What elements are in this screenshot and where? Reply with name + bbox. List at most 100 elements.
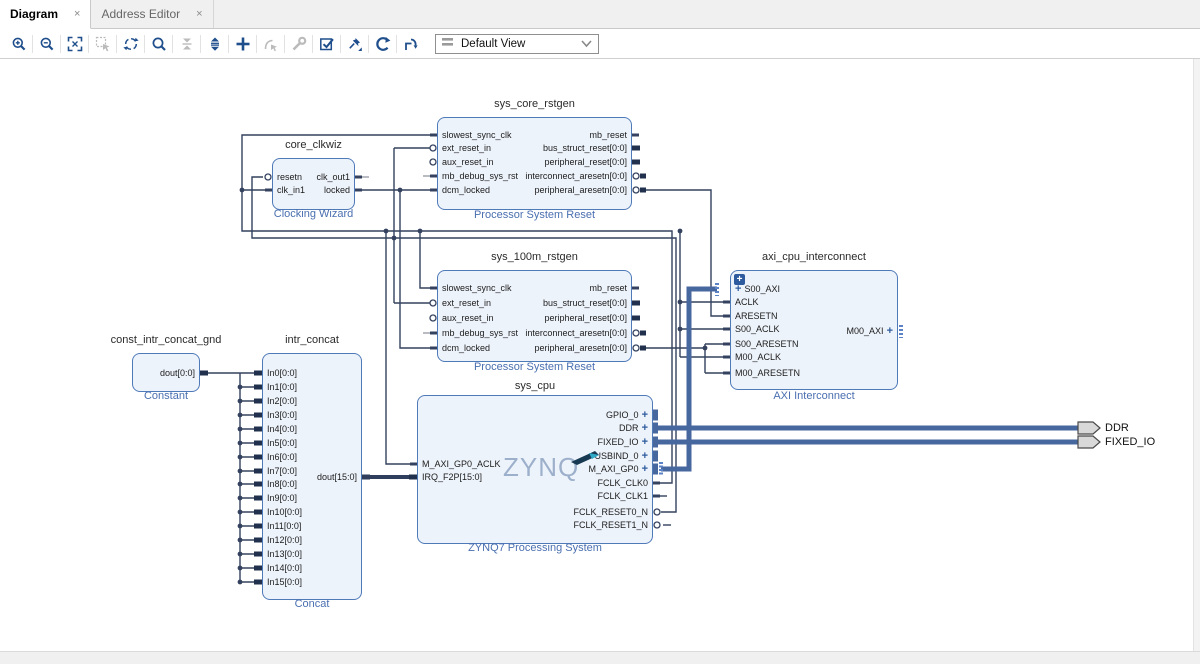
toolbar-separator [32,35,33,53]
port-sys_cpu-fclk-reset1-n[interactable]: FCLK_RESET1_N [422,519,648,531]
close-icon[interactable]: × [74,8,80,20]
expand-port-icon[interactable]: + [884,325,893,337]
port-label: In2[0:0] [267,396,297,406]
expand-port-icon[interactable]: + [639,409,648,421]
port-marker [632,287,639,290]
port-intr_concat-in3-0-0-[interactable]: In3[0:0] [267,409,357,421]
port-intr_concat-in4-0-0-[interactable]: In4[0:0] [267,423,357,435]
external-port-icon-fixed_io[interactable] [1078,436,1100,448]
toolbar-separator [116,35,117,53]
port-axi_cpu_interconnect-aclk[interactable]: ACLK [735,296,893,308]
port-marker [254,580,262,585]
toolbar-separator [88,35,89,53]
port-sys_core_rstgen-peripheral-reset-0-0-[interactable]: peripheral_reset[0:0] [442,156,627,168]
port-intr_concat-in2-0-0-[interactable]: In2[0:0] [267,395,357,407]
port-core_clkwiz-locked[interactable]: locked [277,184,350,196]
port-intr_concat-in14-0-0-[interactable]: In14[0:0] [267,562,357,574]
port-sys_core_rstgen-peripheral-aresetn-0-0-[interactable]: peripheral_aresetn[0:0] [442,184,627,196]
toolbar-add-ip-button[interactable] [230,33,255,55]
port-intr_concat-in13-0-0-[interactable]: In13[0:0] [267,548,357,560]
expand-port-icon[interactable]: + [639,450,648,462]
port-sys_100m_rstgen-peripheral-reset-0-0-[interactable]: peripheral_reset[0:0] [442,312,627,324]
diagram-canvas[interactable]: core_clkwizClocking Wizardresetnclk_in1c… [0,0,1200,663]
close-icon[interactable]: × [196,8,202,20]
port-sys_core_rstgen-interconnect-aresetn-0-0-[interactable]: interconnect_aresetn[0:0] [442,170,627,182]
external-port-label-fixed_io[interactable]: FIXED_IO [1105,436,1155,448]
port-sys_cpu-fclk-clk1[interactable]: FCLK_CLK1 [422,490,648,502]
port-sys_100m_rstgen-bus-struct-reset-0-0-[interactable]: bus_struct_reset[0:0] [442,297,627,309]
toolbar-validate-design-button[interactable] [314,33,339,55]
toolbar-search-button[interactable] [146,33,171,55]
port-axi_cpu_interconnect-s00-axi[interactable]: + S00_AXI [735,283,893,295]
vertical-scrollbar[interactable] [1193,59,1200,651]
toolbar-separator [144,35,145,53]
block-label-const_intr_concat_gnd: Constant [72,390,260,402]
external-port-label-ddr[interactable]: DDR [1105,422,1129,434]
expand-block-icon[interactable]: + [734,274,745,285]
port-intr_concat-in9-0-0-[interactable]: In9[0:0] [267,492,357,504]
port-marker [254,441,262,446]
port-intr_concat-in5-0-0-[interactable]: In5[0:0] [267,437,357,449]
horizontal-scrollbar[interactable] [0,651,1200,664]
port-label: In9[0:0] [267,493,297,503]
tab-diagram[interactable]: Diagram × [0,0,91,29]
port-intr_concat-in15-0-0-[interactable]: In15[0:0] [267,576,357,588]
port-axi_cpu_interconnect-s00-aresetn[interactable]: S00_ARESETN [735,338,893,350]
toolbar-separator [368,35,369,53]
expand-port-icon[interactable]: + [639,436,648,448]
port-intr_concat-in0-0-0-[interactable]: In0[0:0] [267,367,357,379]
port-axi_cpu_interconnect-aresetn[interactable]: ARESETN [735,310,893,322]
view-selector[interactable]: Default View [435,34,599,54]
junction-dot [392,236,397,241]
port-marker [723,328,730,331]
external-port-icon-ddr[interactable] [1078,422,1100,434]
port-label: FCLK_RESET1_N [573,520,648,530]
port-sys_core_rstgen-bus-struct-reset-0-0-[interactable]: bus_struct_reset[0:0] [442,142,627,154]
port-label: DDR [619,423,639,433]
port-label: peripheral_reset[0:0] [544,313,627,323]
port-sys_100m_rstgen-mb-reset[interactable]: mb_reset [442,282,627,294]
toolbar-pin-button[interactable] [342,33,367,55]
toolbar-separator [200,35,201,53]
port-axi_cpu_interconnect-m00-axi[interactable]: M00_AXI + [735,325,893,337]
port-label: M00_ACLK [735,352,781,362]
toolbar-separator [340,35,341,53]
port-sys_cpu-fixed-io[interactable]: FIXED_IO + [422,436,648,448]
port-label: In5[0:0] [267,438,297,448]
port-intr_concat-dout-15-0-[interactable]: dout[15:0] [267,471,357,483]
expand-port-icon[interactable]: + [639,422,648,434]
port-axi_cpu_interconnect-m00-aclk[interactable]: M00_ACLK [735,351,893,363]
port-label: peripheral_aresetn[0:0] [534,343,627,353]
port-intr_concat-in1-0-0-[interactable]: In1[0:0] [267,381,357,393]
port-label: In10[0:0] [267,507,302,517]
junction-dot [238,510,243,515]
port-label: GPIO_0 [606,410,639,420]
toolbar-zoom-in-button[interactable] [6,33,31,55]
port-intr_concat-in6-0-0-[interactable]: In6[0:0] [267,451,357,463]
port-label: In15[0:0] [267,577,302,587]
tab-address-editor[interactable]: Address Editor × [91,0,213,28]
port-const_intr_concat_gnd-dout-0-0-[interactable]: dout[0:0] [137,367,195,379]
expand-port-icon[interactable]: + [639,463,648,475]
toolbar-zoom-fit-button[interactable] [62,33,87,55]
port-sys_cpu-gpio-0[interactable]: GPIO_0 + [422,409,648,421]
port-sys_100m_rstgen-interconnect-aresetn-0-0-[interactable]: interconnect_aresetn[0:0] [442,327,627,339]
toolbar-expand-hierarchy-button[interactable] [202,33,227,55]
port-label: In13[0:0] [267,549,302,559]
toolbar-autofit-button[interactable] [118,33,143,55]
toolbar-zoom-out-button[interactable] [34,33,59,55]
toolbar-regenerate-layout-button[interactable] [370,33,395,55]
port-sys_100m_rstgen-peripheral-aresetn-0-0-[interactable]: peripheral_aresetn[0:0] [442,342,627,354]
port-marker [410,463,417,466]
port-intr_concat-in11-0-0-[interactable]: In11[0:0] [267,520,357,532]
port-sys_core_rstgen-mb-reset[interactable]: mb_reset [442,129,627,141]
port-intr_concat-in10-0-0-[interactable]: In10[0:0] [267,506,357,518]
port-label: interconnect_aresetn[0:0] [525,171,627,181]
port-core_clkwiz-clk-out1[interactable]: clk_out1 [277,171,350,183]
toolbar-reroute-button[interactable] [398,33,423,55]
port-sys_cpu-fclk-reset0-n[interactable]: FCLK_RESET0_N [422,506,648,518]
port-marker [362,475,370,480]
port-intr_concat-in12-0-0-[interactable]: In12[0:0] [267,534,357,546]
port-sys_cpu-ddr[interactable]: DDR + [422,422,648,434]
port-axi_cpu_interconnect-m00-aresetn[interactable]: M00_ARESETN [735,367,893,379]
